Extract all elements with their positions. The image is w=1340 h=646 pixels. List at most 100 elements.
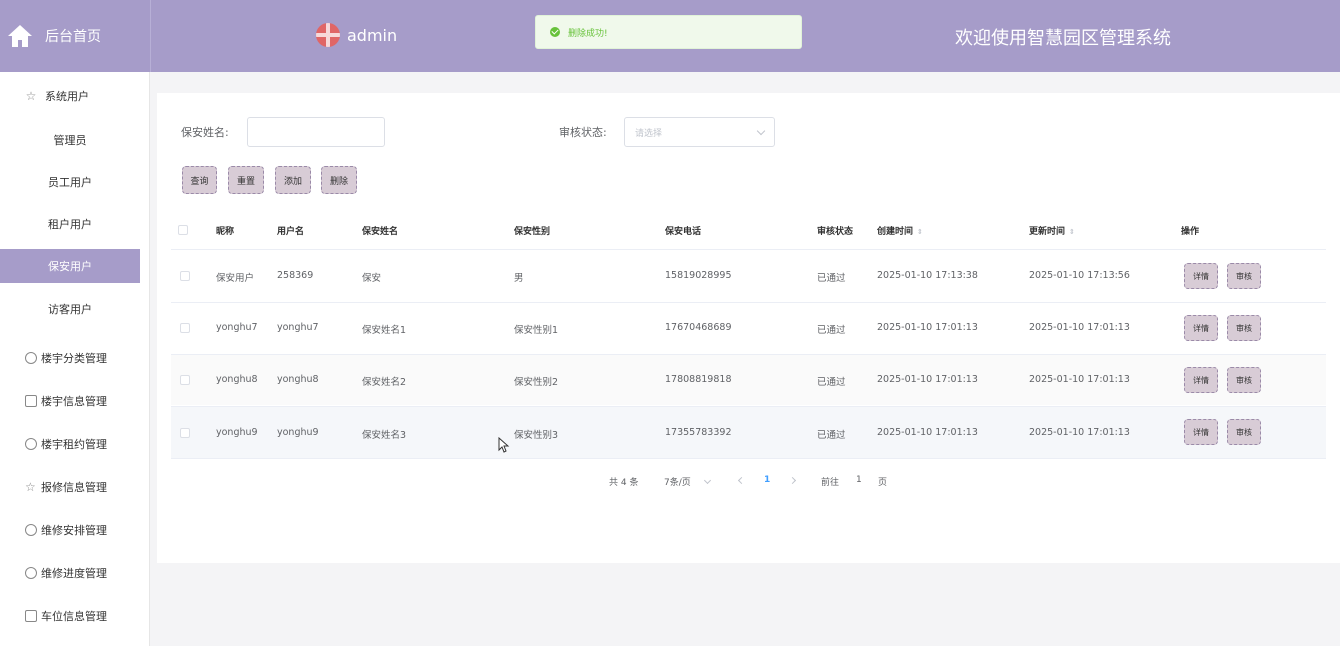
goto-page-input[interactable]: 1 — [856, 475, 862, 485]
sidebar-group-label: 维修进度管理 — [41, 567, 107, 580]
cell-gender: 保安性别2 — [514, 377, 559, 388]
col-header-created-label: 创建时间 — [877, 227, 914, 237]
cell-updated: 2025-01-10 17:01:13 — [1029, 427, 1130, 438]
col-header-gender: 保安性别 — [514, 227, 551, 237]
sidebar-group-system-users[interactable]: ☆ 系统用户 — [0, 76, 150, 116]
user-info[interactable]: admin — [316, 23, 397, 47]
detail-button[interactable]: 详情 — [1184, 419, 1218, 445]
cell-created: 2025-01-10 17:01:13 — [877, 374, 978, 385]
sidebar-item-security[interactable]: 保安用户 — [0, 249, 140, 283]
cell-gender: 男 — [514, 273, 524, 284]
col-header-updated[interactable]: 更新时间 ⇕ — [1029, 224, 1075, 237]
sort-icon: ⇕ — [1069, 227, 1075, 236]
row-divider — [171, 354, 1326, 355]
page-number-current[interactable]: 1 — [764, 475, 770, 485]
col-header-username: 用户名 — [277, 227, 305, 237]
sidebar-group-building-lease[interactable]: 楼宇租约管理 — [0, 427, 150, 461]
page-size-select[interactable]: 7条/页 — [664, 475, 691, 488]
reset-button[interactable]: 重置 — [228, 166, 264, 194]
status-label: 审核状态: — [559, 126, 607, 139]
header-divider — [150, 0, 151, 72]
row-stripe — [171, 354, 1326, 405]
sidebar-group-repair-info[interactable]: ☆ 报修信息管理 — [0, 470, 150, 504]
home-link[interactable]: 后台首页 — [0, 0, 150, 72]
sidebar-group-label: 车位信息管理 — [41, 610, 107, 623]
goto-suffix: 页 — [878, 478, 888, 488]
cell-nick: yonghu8 — [216, 374, 258, 385]
cell-name: 保安姓名1 — [362, 325, 407, 336]
clock-icon — [25, 352, 37, 364]
sidebar-group-maintenance-schedule[interactable]: 维修安排管理 — [0, 513, 150, 547]
cell-phone: 17355783392 — [665, 427, 732, 438]
cell-updated: 2025-01-10 17:13:56 — [1029, 270, 1130, 281]
refresh-icon — [25, 438, 37, 450]
cell-username: yonghu7 — [277, 322, 319, 333]
sidebar: ☆ 系统用户 管理员 员工用户 租户用户 保安用户 访客用户 楼宇分类管理 楼宇… — [0, 72, 150, 646]
cell-username: yonghu9 — [277, 427, 319, 438]
chevron-down-icon — [756, 126, 766, 136]
name-label: 保安姓名: — [181, 126, 229, 139]
cell-phone: 17670468689 — [665, 322, 732, 333]
sidebar-group-label: 楼宇信息管理 — [41, 395, 107, 408]
clock-icon — [25, 567, 37, 579]
cell-status: 已通过 — [817, 273, 846, 284]
cell-gender: 保安性别1 — [514, 325, 559, 336]
sidebar-group-label: 维修安排管理 — [41, 524, 107, 537]
detail-button[interactable]: 详情 — [1184, 263, 1218, 289]
status-select-placeholder: 请选择 — [635, 128, 663, 139]
col-header-updated-label: 更新时间 — [1029, 227, 1066, 237]
row-divider — [171, 458, 1326, 459]
cell-updated: 2025-01-10 17:01:13 — [1029, 374, 1130, 385]
cell-status: 已通过 — [817, 325, 846, 336]
query-button[interactable]: 查询 — [182, 166, 217, 194]
cell-status: 已通过 — [817, 430, 846, 441]
sidebar-group-parking-info[interactable]: 车位信息管理 — [0, 599, 150, 633]
add-button[interactable]: 添加 — [275, 166, 311, 194]
sidebar-group-label: 报修信息管理 — [41, 481, 107, 494]
security-name-input[interactable] — [247, 117, 385, 147]
home-icon — [8, 25, 32, 47]
sort-icon: ⇕ — [917, 227, 923, 236]
row-checkbox[interactable] — [180, 428, 190, 438]
sidebar-item-admin[interactable]: 管理员 — [0, 123, 140, 157]
audit-button[interactable]: 审核 — [1227, 419, 1261, 445]
toast-message: 删除成功! — [568, 28, 608, 39]
username: admin — [347, 25, 398, 45]
cell-phone: 17808819818 — [665, 374, 732, 385]
sidebar-group-label: 系统用户 — [45, 90, 89, 103]
top-header: 后台首页 admin 删除成功! 欢迎使用智慧园区管理系统 — [0, 0, 1340, 72]
avatar — [316, 23, 340, 47]
col-header-status: 审核状态 — [817, 227, 854, 237]
detail-button[interactable]: 详情 — [1184, 315, 1218, 341]
row-checkbox[interactable] — [180, 271, 190, 281]
cell-username: yonghu8 — [277, 374, 319, 385]
detail-button[interactable]: 详情 — [1184, 367, 1218, 393]
star-icon: ☆ — [25, 480, 36, 494]
sidebar-item-visitor[interactable]: 访客用户 — [0, 292, 140, 326]
status-select[interactable]: 请选择 — [624, 117, 775, 147]
sidebar-group-label: 楼宇租约管理 — [41, 438, 107, 451]
sidebar-group-maintenance-progress[interactable]: 维修进度管理 — [0, 556, 150, 590]
sidebar-group-building-category[interactable]: 楼宇分类管理 — [0, 341, 150, 375]
row-checkbox[interactable] — [180, 323, 190, 333]
delete-button[interactable]: 删除 — [321, 166, 357, 194]
cell-nick: 保安用户 — [216, 273, 255, 284]
col-header-created[interactable]: 创建时间 ⇕ — [877, 224, 923, 237]
sidebar-item-employee[interactable]: 员工用户 — [0, 165, 140, 199]
col-header-name: 保安姓名 — [362, 227, 399, 237]
select-all-checkbox[interactable] — [178, 225, 188, 235]
cell-created: 2025-01-10 17:01:13 — [877, 322, 978, 333]
sidebar-group-building-info[interactable]: 楼宇信息管理 — [0, 384, 150, 418]
col-header-nick: 昵称 — [216, 227, 235, 237]
audit-button[interactable]: 审核 — [1227, 315, 1261, 341]
row-divider — [171, 302, 1326, 303]
row-checkbox[interactable] — [180, 375, 190, 385]
sidebar-item-tenant[interactable]: 租户用户 — [0, 207, 140, 241]
col-header-actions: 操作 — [1181, 227, 1200, 237]
home-label: 后台首页 — [45, 29, 101, 45]
mouse-cursor-icon — [498, 437, 510, 453]
audit-button[interactable]: 审核 — [1227, 367, 1261, 393]
audit-button[interactable]: 审核 — [1227, 263, 1261, 289]
system-title: 欢迎使用智慧园区管理系统 — [955, 28, 1171, 49]
cell-nick: yonghu9 — [216, 427, 258, 438]
